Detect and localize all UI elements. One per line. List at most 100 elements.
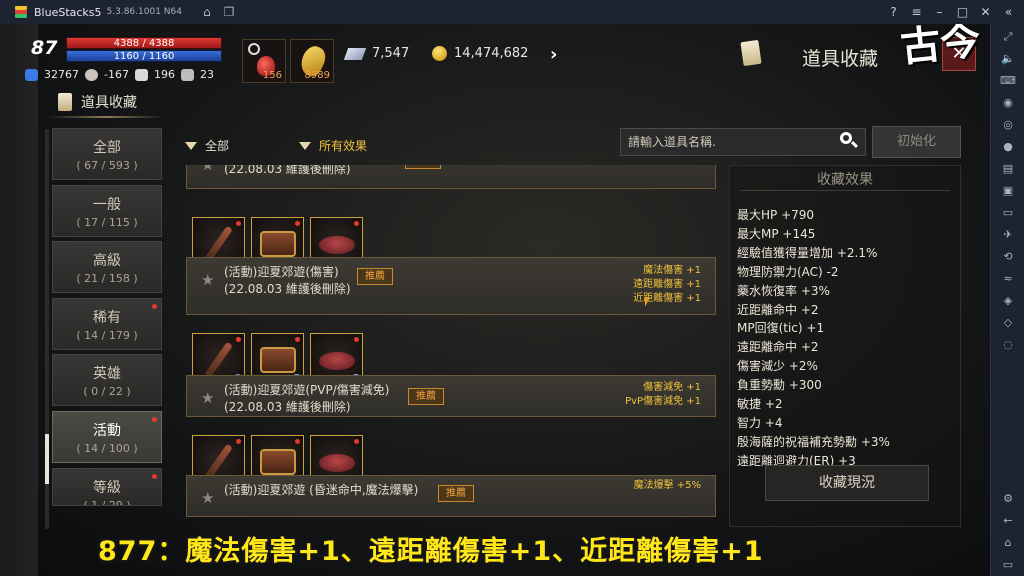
category-item[interactable]: 稀有 ( 14 / 179 ) [52, 298, 162, 350]
favorite-star-icon[interactable]: ★ [201, 389, 214, 407]
category-item[interactable]: 全部 ( 67 / 593 ) [52, 128, 162, 180]
crystal-amount: 7,547 [372, 46, 410, 61]
favorite-star-icon[interactable]: ★ [201, 271, 214, 289]
group-expiry: (22.08.03 維護後刪除) [224, 400, 351, 414]
location-icon[interactable]: ◈ [991, 294, 1024, 307]
dropdown-triangle-icon [185, 141, 197, 150]
volume-icon[interactable]: 🔈 [991, 52, 1024, 65]
folder-icon[interactable]: ▭ [991, 206, 1024, 219]
close-window-button[interactable]: ✕ [974, 5, 997, 19]
app-name: BlueStacks5 [34, 5, 102, 19]
shake-icon[interactable]: ≈ [991, 272, 1024, 285]
help-icon[interactable]: ? [882, 5, 905, 19]
screenshot-icon[interactable]: ◎ [991, 118, 1024, 131]
player-level: 87 [31, 37, 58, 59]
group-effects: 魔法傷害 +1 遠距離傷害 +1 近距離傷害 +1 [633, 264, 701, 306]
collection-status-button[interactable]: 收藏現況 [765, 465, 929, 501]
collapse-sidebar-icon[interactable]: « [997, 5, 1020, 19]
feather-count: 8989 [304, 70, 330, 81]
category-item[interactable]: 英雄 ( 0 / 22 ) [52, 354, 162, 406]
search-icon[interactable] [840, 132, 859, 150]
category-name: 英雄 [93, 366, 121, 382]
notification-dot [152, 304, 157, 309]
expand-currency-arrow-icon[interactable]: › [550, 44, 557, 65]
hp-bar: 4388 / 4388 [66, 37, 222, 49]
group-expiry: (22.08.03 維護後刪除) [224, 282, 351, 296]
hat-icon [319, 352, 355, 370]
macro-icon[interactable]: ⟲ [991, 250, 1024, 263]
stat-value: -167 [104, 68, 129, 81]
back-icon[interactable]: ← [991, 514, 1024, 527]
notification-dot [152, 474, 157, 479]
grade-filter-dropdown[interactable]: 全部 [185, 137, 229, 154]
settings-gear-icon[interactable]: ⚙ [991, 492, 1024, 505]
airplane-icon[interactable]: ✈ [991, 228, 1024, 241]
recommend-badge: 推薦 [408, 388, 444, 405]
effect-line: 物理防禦力(AC) -2 [737, 264, 839, 279]
recommend-badge: 推薦 [405, 165, 441, 169]
category-count: ( 17 / 115 ) [76, 216, 138, 229]
tab-item-collection[interactable]: 道具收藏 [58, 92, 137, 112]
stats-row: 32767 -167 196 23 [25, 68, 214, 81]
favorite-star-icon[interactable]: ★ [201, 489, 214, 507]
record-icon[interactable]: ● [991, 140, 1024, 153]
category-item[interactable]: 活動 ( 14 / 100 ) [52, 411, 162, 463]
menu-icon[interactable]: ≡ [905, 5, 928, 19]
category-name: 活動 [93, 423, 121, 439]
effect-line: 經驗值獲得量增加 +2.1% [737, 245, 878, 260]
group-effects: PvE傷害減免 +1 [625, 165, 701, 166]
recommend-badge: 推薦 [438, 485, 474, 502]
category-item[interactable]: 一般 ( 17 / 115 ) [52, 185, 162, 237]
notification-dot [295, 439, 300, 444]
collection-group-header[interactable]: ★ (22.08.03 維護後刪除) 推薦 PvE傷害減免 +1 [186, 165, 716, 189]
grade-filter-label: 全部 [205, 139, 230, 153]
mp-bar: 1160 / 1160 [66, 50, 222, 62]
group-expiry: (22.08.03 維護後刪除) [224, 165, 351, 176]
effect-line: 傷害減少 +2% [737, 359, 818, 374]
home-nav-icon[interactable]: ⌂ [991, 536, 1024, 549]
search-input[interactable]: 請輸入道具名稱. [620, 128, 866, 156]
dropdown-triangle-icon [299, 141, 311, 150]
eco-mode-icon[interactable]: ◌ [991, 338, 1024, 351]
effect-filter-dropdown[interactable]: 所有效果 [299, 137, 367, 154]
minimize-button[interactable]: – [928, 5, 951, 19]
effect-line: MP回復(tic) +1 [737, 321, 825, 336]
category-item[interactable]: 高級 ( 21 / 158 ) [52, 241, 162, 293]
gamepad-icon[interactable]: ◉ [991, 96, 1024, 109]
stat-ac-icon [25, 68, 38, 81]
category-name: 等級 [93, 480, 121, 496]
apk-icon[interactable]: ▤ [991, 162, 1024, 175]
fullscreen-icon[interactable]: ⤢ [991, 30, 1024, 44]
mouse-cursor-icon [645, 297, 655, 307]
group-effect-line: 魔法傷害 +1 [643, 265, 701, 276]
category-item[interactable]: 等級 ( 1 / 29 ) [52, 468, 162, 506]
group-name: (活動)迎夏郊遊 (昏迷命中,魔法爆擊) [224, 483, 419, 497]
group-effects: 魔法爆擊 +5% [634, 479, 701, 493]
collection-list[interactable]: ★(22.08.03 維護後刪除)推薦PvE傷害減免 +1+8+6+6★(活動)… [182, 165, 720, 530]
effect-line: 最大MP +145 [737, 226, 816, 241]
maximize-button[interactable]: □ [951, 5, 974, 19]
category-count: ( 21 / 158 ) [76, 272, 138, 285]
collection-group-header[interactable]: ★ (活動)迎夏郊遊(PVP/傷害減免) (22.08.03 維護後刪除) 推薦 傷害減… [186, 375, 716, 417]
category-count: ( 14 / 100 ) [76, 442, 138, 455]
reset-button[interactable]: 初始化 [872, 126, 961, 158]
collection-group-header[interactable]: ★ (活動)迎夏郊遊 (昏迷命中,魔法爆擊) 推薦 魔法爆擊 +5% [186, 475, 716, 517]
notification-dot [236, 221, 241, 226]
collection-group-header[interactable]: ★ (活動)迎夏郊遊(傷害) (22.08.03 維護後刪除) 推薦 魔法傷害 +1 遠距… [186, 257, 716, 315]
home-icon[interactable]: ⌂ [196, 5, 218, 19]
screenshot-capture-icon[interactable]: ▣ [991, 184, 1024, 197]
potion-slot[interactable]: 156 [242, 39, 286, 83]
feather-slot[interactable]: 8989 [290, 39, 334, 83]
category-count: ( 14 / 179 ) [76, 329, 138, 342]
multi-instance-icon[interactable]: ❐ [218, 5, 240, 19]
effect-filter-label: 所有效果 [319, 139, 368, 153]
favorite-star-icon[interactable]: ★ [201, 165, 214, 174]
category-count: ( 0 / 22 ) [83, 385, 131, 398]
keyboard-icon[interactable]: ⌨ [991, 74, 1024, 87]
app-version: 5.3.86.1001 N64 [106, 7, 182, 17]
group-effect-line: PvP傷害減免 +1 [625, 396, 701, 407]
layers-icon[interactable]: ◇ [991, 316, 1024, 329]
effect-line: 負重勢勳 +300 [737, 378, 822, 393]
recent-apps-icon[interactable]: ▭ [991, 558, 1024, 571]
hat-icon [319, 236, 355, 254]
